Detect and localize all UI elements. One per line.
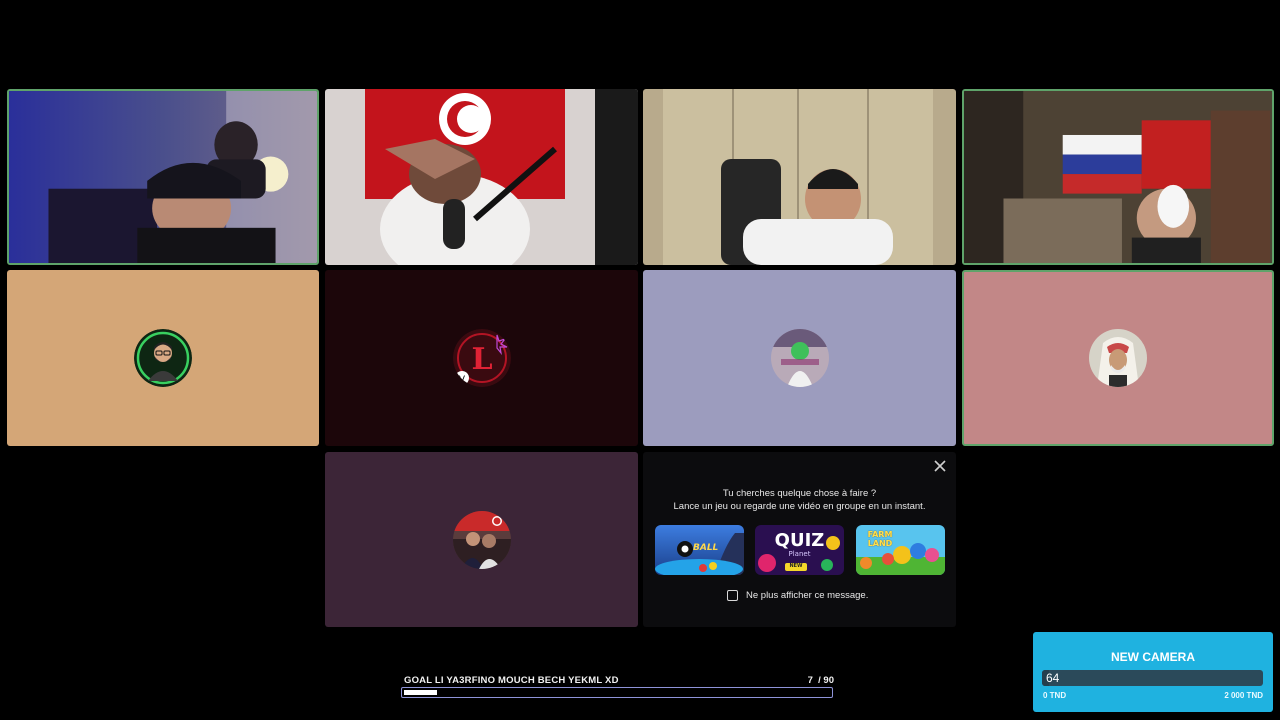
participant-avatar-4[interactable]	[1089, 329, 1147, 387]
camera-goal-min: 0 TND	[1043, 691, 1067, 700]
goal-progress-bar	[401, 687, 833, 698]
game-card-label: FARM LAND	[867, 530, 893, 548]
camera-goal-progress-bar: 64	[1042, 670, 1263, 686]
participant-avatar-5[interactable]	[452, 510, 511, 569]
game-card-farm-land[interactable]: FARM LAND	[856, 525, 945, 575]
webcam-feed-1	[9, 91, 317, 263]
avatar-tile-5[interactable]	[325, 452, 638, 627]
close-icon[interactable]	[932, 458, 948, 474]
video-tile-1[interactable]	[7, 89, 319, 265]
dont-show-again-option[interactable]: Ne plus afficher ce message.	[727, 588, 868, 603]
game-card-sublabel: Planet	[788, 550, 811, 558]
webcam-feed-2	[325, 89, 638, 265]
camera-goal-max: 2 000 TND	[1224, 691, 1263, 700]
avatar-tile-1[interactable]	[7, 270, 319, 446]
video-tile-3[interactable]	[643, 89, 956, 265]
participant-avatar-3[interactable]	[770, 329, 829, 387]
goal-title: GOAL LI YA3RFINO MOUCH BECH YEKML XD	[404, 675, 619, 686]
popup-subtitle: Lance un jeu ou regarde une vidéo en gro…	[673, 501, 926, 512]
video-tile-2[interactable]	[325, 89, 638, 265]
game-card-tag: NEW	[789, 563, 803, 569]
svg-text:L: L	[471, 342, 492, 377]
camera-goal-value: 64	[1046, 671, 1060, 685]
avatar-tile-4[interactable]	[962, 270, 1274, 446]
video-tile-4[interactable]	[962, 89, 1274, 265]
game-card-8-ball-pool[interactable]: BALL	[655, 525, 744, 575]
popup-title: Tu cherches quelque chose à faire ?	[722, 488, 877, 499]
game-card-label: QUIZ	[774, 530, 825, 551]
activity-suggestion-popup: Tu cherches quelque chose à faire ? Lanc…	[643, 452, 956, 627]
dont-show-checkbox[interactable]	[727, 590, 738, 601]
game-card-quiz-planet[interactable]: QUIZ Planet NEW	[755, 525, 844, 575]
avatar-tile-3[interactable]	[643, 270, 956, 446]
participant-avatar-2[interactable]: L V	[452, 329, 511, 387]
dont-show-label: Ne plus afficher ce message.	[746, 590, 869, 601]
camera-goal-title: NEW CAMERA	[1111, 650, 1195, 664]
participant-avatar-1[interactable]	[134, 329, 192, 387]
avatar-tile-2[interactable]: L V	[325, 270, 638, 446]
webcam-feed-4	[964, 91, 1272, 263]
goal-count: 7 / 90	[807, 675, 834, 686]
donation-goal-widget: NEW CAMERA 64 0 TND 2 000 TND	[1033, 632, 1273, 712]
goal-progress-fill	[404, 690, 437, 695]
webcam-feed-3	[643, 89, 956, 265]
svg-text:V: V	[458, 375, 465, 385]
game-card-label: BALL	[693, 543, 719, 553]
